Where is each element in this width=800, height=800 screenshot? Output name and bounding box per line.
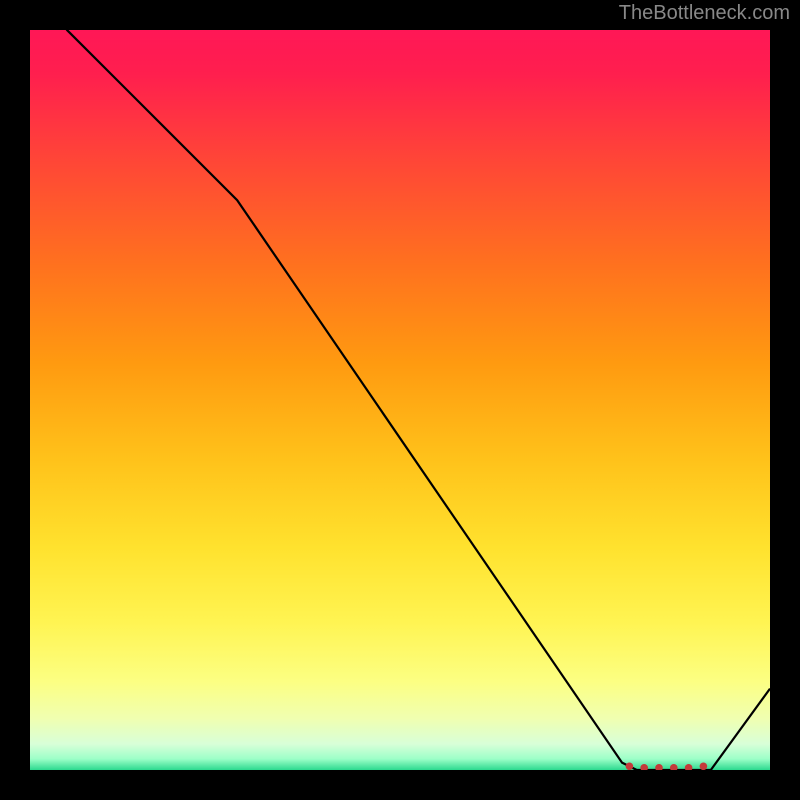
valley-marker-dot	[655, 764, 663, 770]
plot-area	[30, 30, 770, 770]
valley-marker-dot	[700, 763, 708, 771]
valley-markers	[626, 763, 708, 771]
valley-marker-dot	[670, 764, 678, 770]
valley-marker-dot	[640, 764, 648, 770]
valley-marker-dot	[626, 763, 634, 771]
valley-marker-dot	[685, 764, 693, 770]
watermark-text: TheBottleneck.com	[619, 2, 790, 25]
chart-container: TheBottleneck.com	[0, 0, 800, 800]
marker-layer	[30, 30, 770, 770]
